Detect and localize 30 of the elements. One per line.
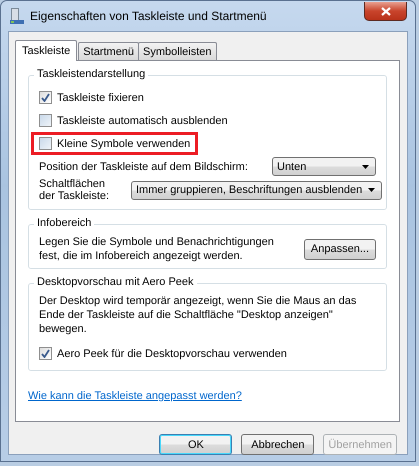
caret-icon	[368, 188, 376, 192]
close-button[interactable]	[364, 2, 407, 21]
dropdown[interactable]: Unten	[272, 157, 376, 176]
checkbox-label[interactable]: Aero Peek für die Desktopvorschau verwenden	[57, 348, 287, 360]
caret-icon	[362, 164, 369, 168]
dropdown-label: Schaltflächen der Taskleiste:	[39, 178, 110, 202]
checkbox[interactable]	[39, 114, 52, 127]
help-link[interactable]: Wie kann die Taskleiste angepasst werden?	[28, 390, 242, 402]
checkbox[interactable]	[39, 91, 52, 104]
dropdown-label: Position der Taskleiste auf dem Bildschirm:	[39, 160, 249, 172]
description-text: Legen Sie die Symbole und Benachrichtigungen fest, die im Infobereich angezeigt werden.	[39, 235, 275, 263]
checkbox-label[interactable]: Taskleiste fixieren	[57, 92, 144, 104]
customize-button[interactable]: Anpassen...	[304, 238, 376, 260]
group-title: Taskleistendarstellung	[34, 68, 148, 80]
window-title: Eigenschaften von Taskleiste und Startmenü	[30, 9, 268, 23]
checkbox-label[interactable]: Taskleiste automatisch ausblenden	[57, 114, 228, 126]
tab[interactable]: Taskleiste	[15, 40, 78, 61]
close-icon	[380, 6, 390, 16]
window-app-icon	[10, 8, 24, 24]
group-title: Infobereich	[34, 217, 94, 229]
dialog-button[interactable]: OK	[159, 434, 232, 455]
group-title: Desktopvorschau mit Aero Peek	[34, 276, 197, 288]
checkbox-label[interactable]: Kleine Symbole verwenden	[57, 138, 190, 150]
checkbox[interactable]	[39, 347, 52, 360]
tab[interactable]: Startmenü	[78, 42, 140, 60]
checkbox[interactable]	[39, 137, 52, 150]
description-text: Der Desktop wird temporär angezeigt, wenn Sie die Maus an das Ende der Taskleiste auf die Schaltfläche "Desktop anzeigen" bewegen.	[39, 294, 358, 336]
tab[interactable]: Symbolleisten	[138, 42, 217, 60]
dropdown[interactable]: Immer gruppieren, Beschriftungen ausblenden	[131, 180, 382, 200]
dialog-button[interactable]: Abbrechen	[241, 434, 314, 455]
